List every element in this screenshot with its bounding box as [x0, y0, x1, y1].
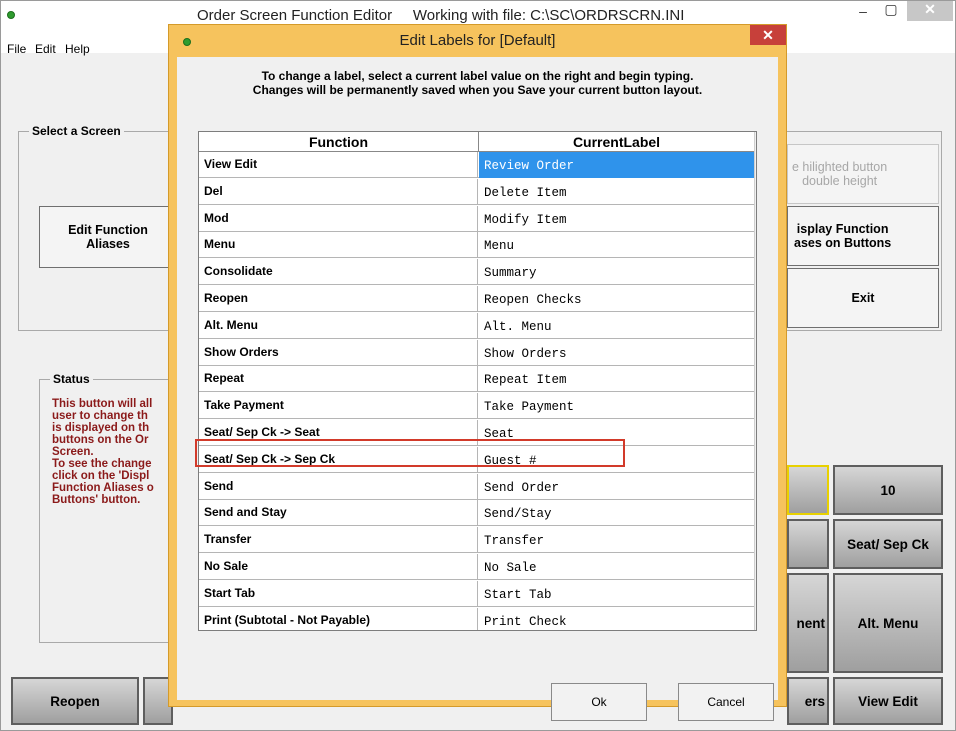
cancel-button[interactable]: Cancel	[678, 683, 774, 721]
table-row[interactable]: Show Orders Show Orders	[199, 339, 754, 366]
table-row[interactable]: No Sale No Sale	[199, 554, 754, 580]
function-cell: No Sale	[199, 554, 478, 580]
dialog-title: Edit Labels for [Default]	[399, 32, 556, 49]
table-row[interactable]: Reopen Reopen Checks	[199, 286, 754, 312]
grid-header: Function CurrentLabel	[199, 132, 754, 152]
minimize-button[interactable]: –	[849, 3, 877, 23]
current-label-cell[interactable]: Summary	[479, 259, 754, 285]
function-cell: Repeat	[199, 366, 478, 393]
selected-layout-button[interactable]	[787, 465, 829, 515]
display-aliases-button[interactable]: isplay Function ases on Buttons	[787, 206, 939, 266]
function-cell: Show Orders	[199, 339, 478, 366]
function-cell: Send	[199, 473, 478, 500]
layout-button-reopen[interactable]: Reopen	[11, 677, 139, 725]
current-label-cell[interactable]: Print Check	[479, 608, 754, 630]
select-screen-label: Select a Screen	[29, 124, 124, 138]
menu-help[interactable]: Help	[65, 42, 90, 56]
current-label-cell[interactable]: Review Order	[479, 152, 754, 178]
current-label-cell[interactable]: No Sale	[479, 554, 754, 580]
exit-button[interactable]: Exit	[787, 268, 939, 328]
table-row[interactable]: Take Payment Take Payment	[199, 393, 754, 420]
close-window-button[interactable]: ✕	[907, 1, 953, 21]
highlight-annotation	[195, 439, 625, 467]
status-label: Status	[50, 372, 93, 386]
table-row[interactable]: Alt. Menu Alt. Menu	[199, 312, 754, 339]
table-row[interactable]: Start Tab Start Tab	[199, 580, 754, 607]
table-row[interactable]: Send Send Order	[199, 473, 754, 500]
dialog-instructions: To change a label, select a current labe…	[252, 69, 703, 97]
current-label-cell[interactable]: Transfer	[479, 527, 754, 553]
table-row[interactable]: Send and Stay Send/Stay	[199, 500, 754, 527]
layout-button-blank[interactable]	[787, 519, 829, 569]
menu-file[interactable]: File	[7, 42, 26, 56]
table-row[interactable]: Print (Subtotal - Not Payable) Print Chec…	[199, 607, 754, 630]
current-label-cell[interactable]: Start Tab	[479, 581, 754, 607]
current-label-cell[interactable]: Modify Item	[479, 206, 754, 232]
table-row[interactable]: Transfer Transfer	[199, 527, 754, 554]
function-cell: Take Payment	[199, 393, 478, 420]
layout-button-orders[interactable]: ers	[787, 677, 829, 725]
current-label-cell[interactable]: Delete Item	[479, 179, 754, 205]
table-row[interactable]: Mod Modify Item	[199, 205, 754, 232]
layout-button-seat-sep-ck[interactable]: Seat/ Sep Ck	[833, 519, 943, 569]
function-cell: View Edit	[199, 152, 478, 178]
app-status-dot-icon	[7, 11, 15, 19]
column-header-function[interactable]: Function	[199, 132, 479, 152]
main-window-title: Order Screen Function Editor Working wit…	[197, 7, 685, 24]
function-cell: Mod	[199, 205, 478, 232]
labels-grid: Function CurrentLabel View Edit Review Or…	[198, 131, 757, 631]
current-label-cell[interactable]: Alt. Menu	[479, 313, 754, 339]
function-cell: Alt. Menu	[199, 312, 478, 339]
current-label-cell[interactable]: Send Order	[479, 474, 754, 500]
menu-edit[interactable]: Edit	[35, 42, 56, 56]
dialog-body: To change a label, select a current labe…	[177, 57, 778, 721]
current-label-cell[interactable]: Repeat Item	[479, 366, 754, 392]
layout-button-view-edit[interactable]: View Edit	[833, 677, 943, 725]
dialog-close-button[interactable]: ✕	[750, 25, 786, 45]
current-label-cell[interactable]: Take Payment	[479, 393, 754, 419]
maximize-button[interactable]: ▢	[877, 1, 905, 21]
function-cell: Reopen	[199, 286, 478, 312]
layout-button-alt-menu[interactable]: Alt. Menu	[833, 573, 943, 673]
layout-button-10[interactable]: 10	[833, 465, 943, 515]
table-row[interactable]: Menu Menu	[199, 232, 754, 259]
edit-labels-dialog: Edit Labels for [Default] ✕ To change a …	[168, 24, 787, 721]
status-text: This button will all user to change th i…	[52, 398, 154, 506]
table-row[interactable]: Repeat Repeat Item	[199, 366, 754, 393]
double-height-button[interactable]: e hilighted button double height	[787, 144, 939, 204]
grid-scrollbar[interactable]: ▲ ▼	[754, 132, 756, 630]
function-cell: Send and Stay	[199, 500, 478, 527]
scroll-up-arrow-icon[interactable]: ▲	[755, 132, 756, 150]
status-group: Status This button will all user to chan…	[39, 372, 179, 643]
column-header-current-label[interactable]: CurrentLabel	[479, 132, 754, 152]
function-cell: Del	[199, 178, 478, 205]
current-label-cell[interactable]: Show Orders	[479, 340, 754, 366]
scroll-down-arrow-icon[interactable]: ▼	[755, 610, 756, 628]
current-label-cell[interactable]: Send/Stay	[479, 500, 754, 526]
ok-button[interactable]: Ok	[551, 683, 647, 721]
layout-button-payment[interactable]: nent	[787, 573, 829, 673]
edit-function-aliases-button[interactable]: Edit Function Aliases	[39, 206, 177, 268]
function-cell: Consolidate	[199, 259, 478, 286]
function-cell: Print (Subtotal - Not Payable)	[199, 607, 478, 630]
function-cell: Start Tab	[199, 580, 478, 607]
current-label-cell[interactable]: Reopen Checks	[479, 286, 754, 312]
function-cell: Menu	[199, 232, 478, 259]
table-row[interactable]: Del Delete Item	[199, 178, 754, 205]
function-cell: Transfer	[199, 527, 478, 554]
current-label-cell[interactable]: Menu	[479, 232, 754, 258]
table-row[interactable]: View Edit Review Order	[199, 152, 754, 178]
table-row[interactable]: Consolidate Summary	[199, 259, 754, 286]
